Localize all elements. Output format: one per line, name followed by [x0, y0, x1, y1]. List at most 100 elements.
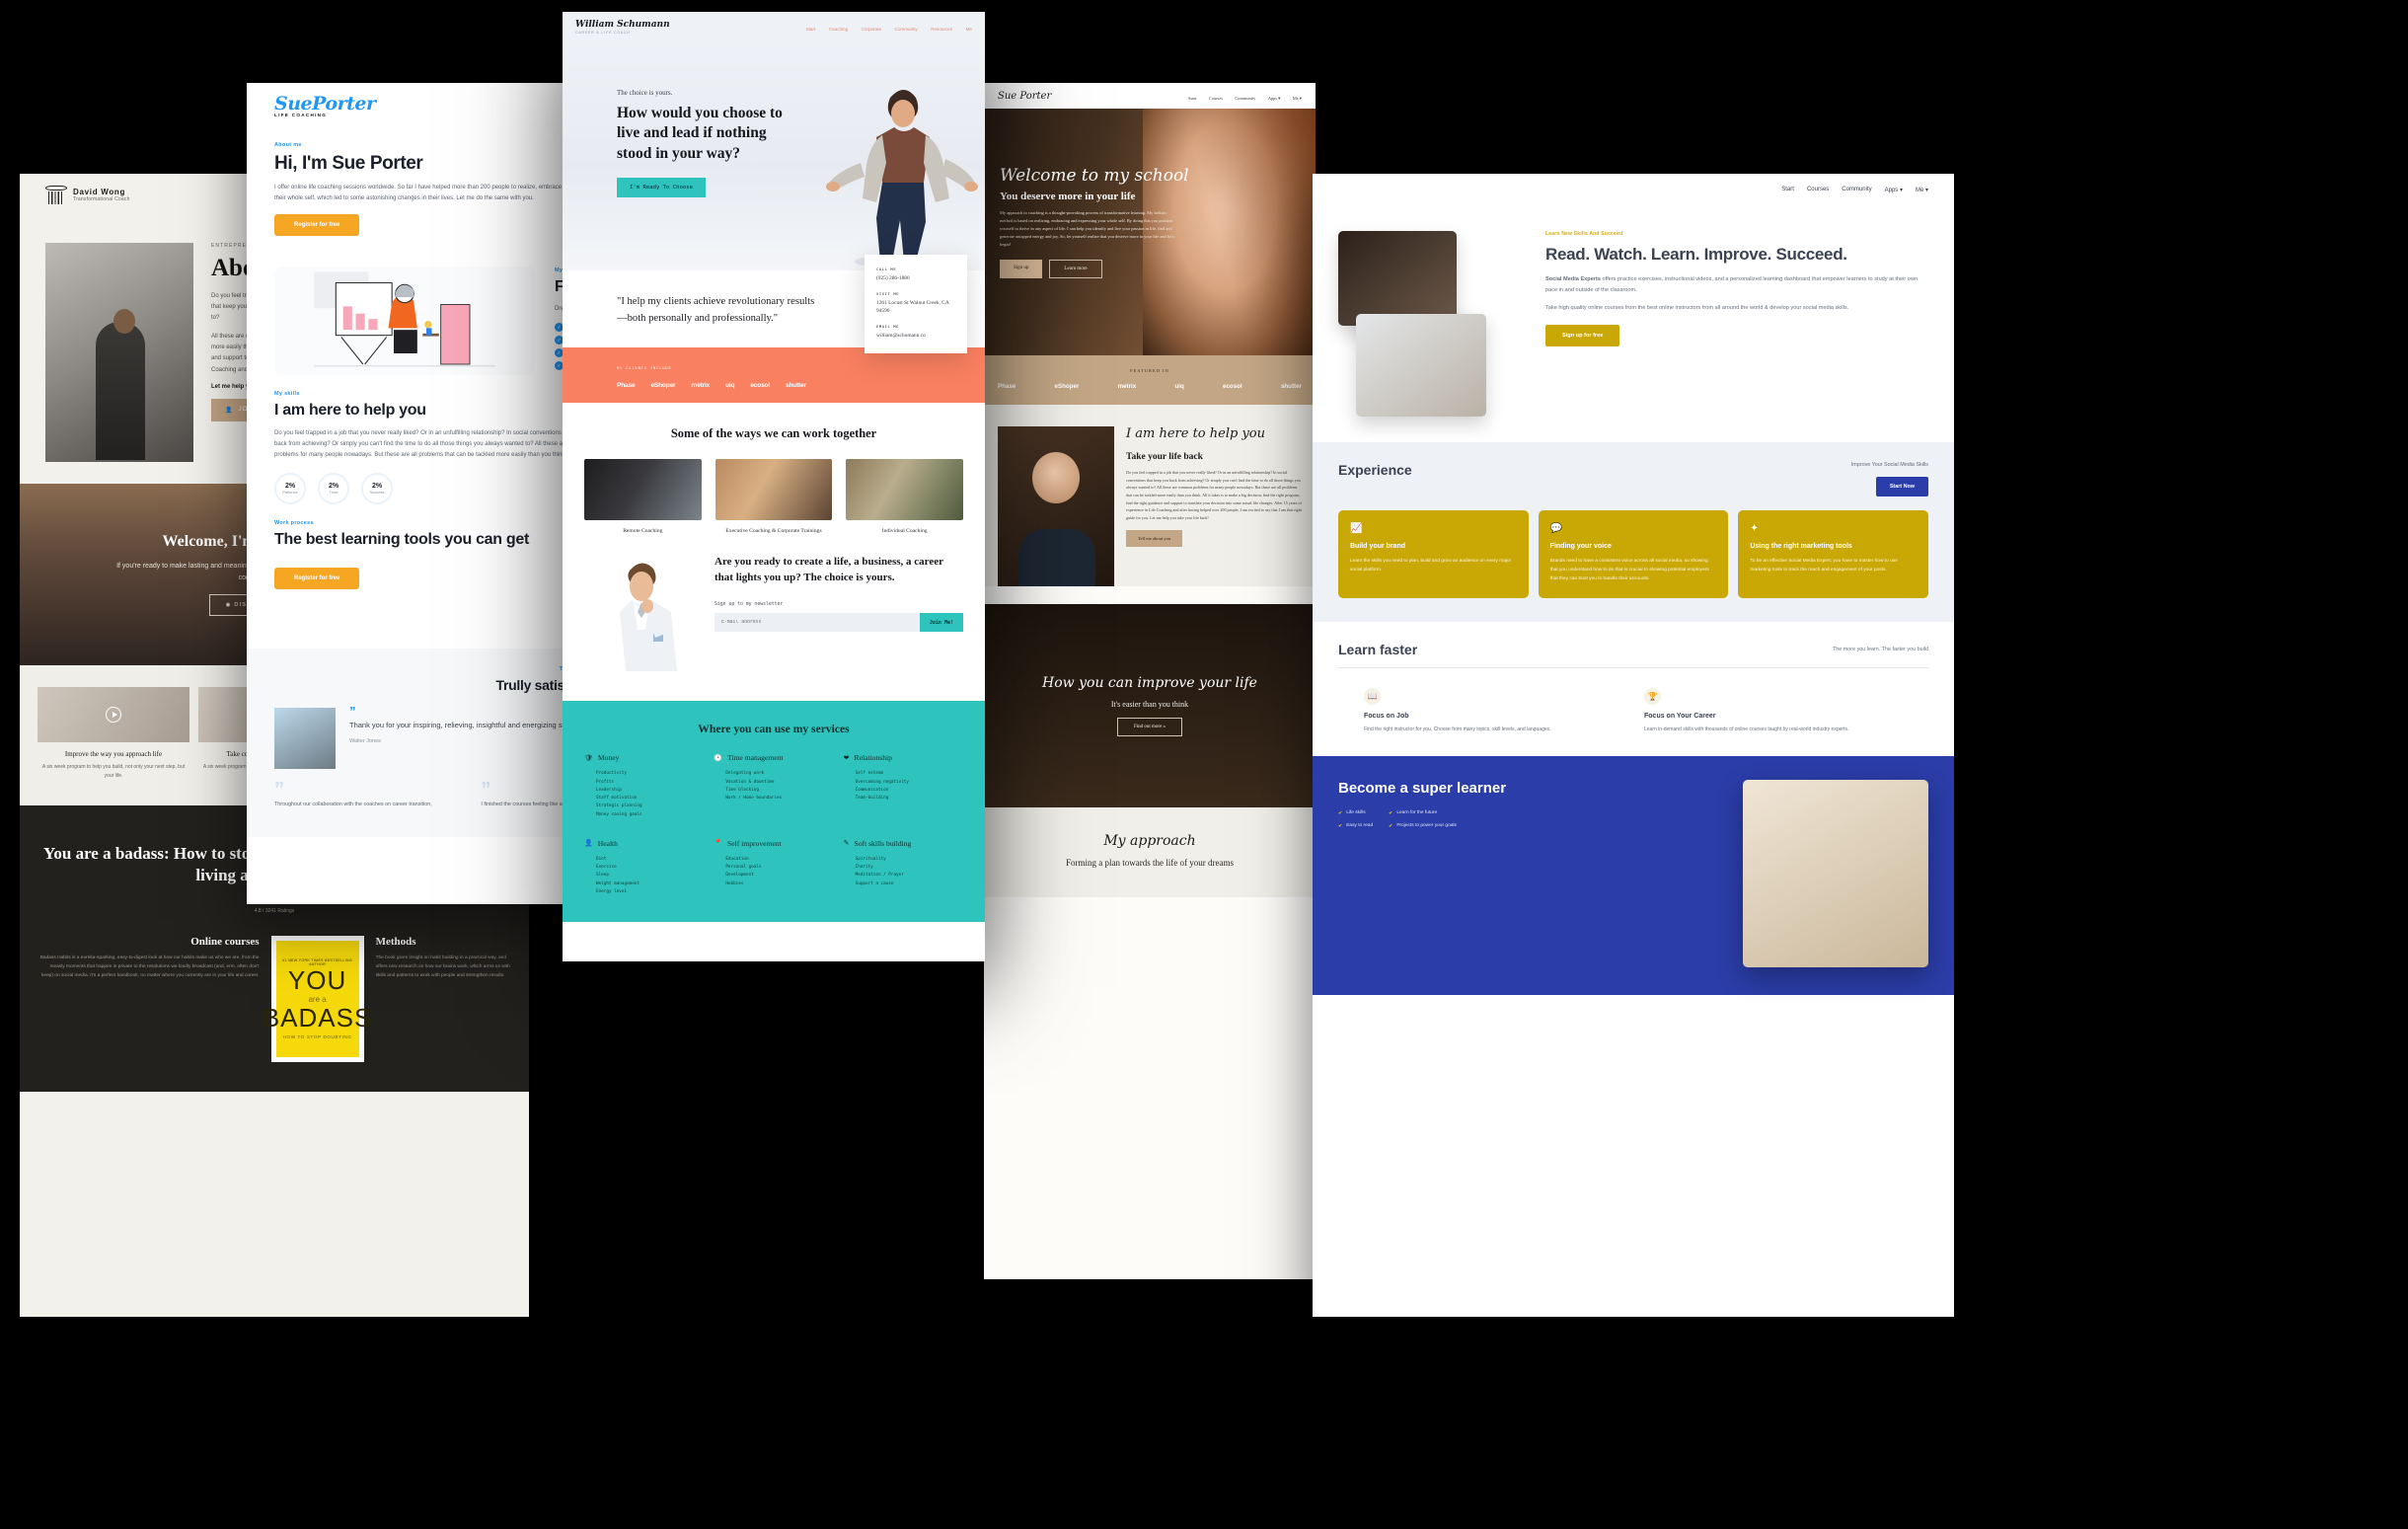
p4-help-script: I am here to help you	[1126, 426, 1265, 441]
p1-brand-sub: Transformational Coach	[73, 195, 130, 202]
p1-col1-title: Online courses	[190, 936, 260, 949]
p5-nav-courses[interactable]: Courses	[1807, 187, 1829, 192]
service-item: Diet	[596, 856, 607, 862]
p4-nav-courses[interactable]: Courses	[1209, 96, 1223, 101]
p5-nav-me[interactable]: Me ▾	[1916, 187, 1928, 193]
service-item: Spirituality	[855, 856, 886, 862]
p3-navbar[interactable]: William Schumann CAREER & LIFE COACH Sta…	[563, 12, 985, 41]
stat-value: 2%	[284, 483, 296, 491]
p1-col1-text: Badass Habits is a eureka-sparking, easy…	[39, 956, 260, 978]
p3-nav-coaching[interactable]: Coaching	[829, 27, 848, 32]
stat-value: 2%	[371, 483, 383, 491]
focus-card: 📖 Focus on Job Find the right instructor…	[1364, 674, 1622, 734]
learn-more-button[interactable]: Learn more	[1049, 260, 1102, 279]
service-item: Time blocking	[725, 787, 759, 793]
service-item: Productivity	[596, 771, 628, 777]
service-item: Development	[725, 873, 754, 879]
p1-book-columns: Online courses Badass Habits is a eureka…	[38, 936, 511, 1063]
service-group: 📍 Self improvement Education Personal goa…	[714, 839, 833, 896]
ready-to-choose-button[interactable]: I'm Ready To Choose	[617, 178, 706, 198]
find-out-more-button[interactable]: Find out more »	[1116, 718, 1183, 736]
yellow-card[interactable]: ✦ Using the right marketing tools To be …	[1738, 510, 1929, 599]
play-icon[interactable]	[106, 707, 121, 723]
p3-clients-band: MY CLIENTS INCLUDE Phase eShoper metrix …	[563, 346, 985, 403]
page-william-schumann[interactable]: William Schumann CAREER & LIFE COACH Sta…	[563, 12, 985, 961]
service-item: Meditation / Prayer	[855, 873, 904, 879]
p1-logo[interactable]: David Wong Transformational Coach	[45, 184, 130, 205]
p4-nav-start[interactable]: Start	[1188, 96, 1196, 101]
call-me-value[interactable]: (925) 286-1886	[876, 274, 955, 282]
book-icon: 📖	[1364, 688, 1381, 706]
course-thumbnail	[38, 687, 189, 742]
collage-stage: David Wong Transformational Coach Start …	[0, 0, 2408, 1529]
p4-hero-buttons[interactable]: Sign up Learn more	[1000, 260, 1316, 279]
page-social-media-experts[interactable]: Start Courses Community Apps ▾ Me ▾ Lear…	[1313, 174, 1954, 1317]
p3-nav-resources[interactable]: Resources	[931, 27, 952, 32]
p5-yellow-cards: 📈 Build your brand Learn the skills you …	[1338, 510, 1929, 599]
p3-quote-section: "I help my clients achieve revolutionary…	[563, 255, 985, 354]
p5-nav-start[interactable]: Start	[1781, 187, 1794, 192]
p3-newsletter-form[interactable]: Join Me!	[715, 613, 963, 633]
yellow-card[interactable]: 💬 Finding your voice Brands need to have…	[1538, 510, 1729, 599]
p2-about-kicker: About me	[274, 142, 302, 148]
p5-nav-community[interactable]: Community	[1842, 187, 1871, 192]
p4-nav-apps[interactable]: Apps ▾	[1268, 96, 1281, 101]
register-free-button[interactable]: Register for free	[274, 214, 360, 237]
tell-me-about-you-button[interactable]: Tell me about you	[1126, 530, 1183, 548]
p4-nav-me[interactable]: Me ▾	[1293, 96, 1302, 101]
chart-icon: 📈	[1350, 523, 1363, 534]
course-card[interactable]: Improve the way you approach life A six …	[38, 687, 189, 780]
p3-nav-corporate[interactable]: Corporate	[862, 27, 881, 32]
service-title: Relationship	[854, 753, 892, 763]
logo-shutter: shutter	[1280, 383, 1302, 390]
pen-icon: ✎	[843, 840, 850, 848]
p5-nav-apps[interactable]: Apps ▾	[1885, 187, 1903, 193]
p4-nav-community[interactable]: Community	[1235, 96, 1255, 101]
work-card[interactable]: Executive Coaching & Corporate Trainings	[715, 458, 833, 535]
yellow-card[interactable]: 📈 Build your brand Learn the skills you …	[1338, 510, 1529, 599]
p2-about-text: I offer online life coaching sessions wo…	[274, 185, 596, 202]
signup-button[interactable]: Sign up	[1000, 260, 1043, 279]
p5-lead-images	[1338, 231, 1526, 419]
service-item: Self esteem	[855, 771, 884, 777]
p3-quote-text: "I help my clients achieve revolutionary…	[617, 296, 815, 324]
register-free-button-2[interactable]: Register for free	[274, 568, 360, 590]
yellow-card-desc: Learn the skills you need to plan, build…	[1350, 559, 1512, 573]
start-now-button[interactable]: Start Now	[1875, 477, 1928, 497]
blue-list-item: ✔ Projects to power your goals	[1389, 823, 1457, 829]
p3-nav-start[interactable]: Start	[806, 27, 816, 32]
p4-nav-links[interactable]: Start Courses Community Apps ▾ Me ▾	[1180, 87, 1302, 105]
p4-logo[interactable]: Sue Porter	[998, 91, 1051, 102]
p5-lead-bold: Social Media Experts	[1545, 276, 1601, 283]
join-me-button[interactable]: Join Me!	[919, 613, 963, 633]
p5-blue-lists: ✔ Life skills ✔ Easy to read ✔ Learn for th…	[1338, 810, 1723, 836]
p3-nav-links[interactable]: Start Coaching Corporate Community Resou…	[797, 18, 972, 36]
p4-hero-script: Welcome to my school	[1000, 166, 1189, 186]
p3-nav-me[interactable]: Me	[966, 27, 972, 32]
page-sue-porter-school[interactable]: Sue Porter Start Courses Community Apps …	[984, 83, 1316, 1279]
p4-navbar[interactable]: Sue Porter Start Courses Community Apps …	[984, 83, 1316, 109]
p3-work-cards: Remote Coaching Executive Coaching & Cor…	[584, 458, 964, 535]
service-item: Strategic planning	[596, 803, 642, 809]
stat-label: Patience	[282, 490, 298, 496]
service-items: Self esteem Overcoming negativity Commun…	[844, 770, 963, 803]
signup-free-button[interactable]: Sign up for free	[1545, 325, 1620, 347]
p3-nav-community[interactable]: Community	[895, 27, 918, 32]
presentation-illustration-svg	[314, 271, 495, 367]
p5-navbar[interactable]: Start Courses Community Apps ▾ Me ▾	[1313, 174, 1954, 205]
check-badge-icon: ✔	[1338, 823, 1343, 830]
logo-shutter: shutter	[786, 381, 806, 389]
email-input[interactable]	[715, 613, 920, 633]
call-me-label: CALL ME	[876, 267, 897, 271]
p2-stats-row: 2% Patience 2% Trust 2% Success	[274, 461, 600, 505]
p2-logo[interactable]: SuePorter LIFE COACHING	[274, 93, 376, 117]
work-card[interactable]: Individual Coaching	[846, 458, 964, 535]
p3-logo[interactable]: William Schumann CAREER & LIFE COACH	[575, 20, 670, 35]
quote-icon: ”	[274, 778, 284, 801]
work-card[interactable]: Remote Coaching	[584, 458, 702, 535]
p3-brand: William Schumann	[575, 19, 670, 30]
focus-card-title: Focus on Your Career	[1644, 713, 1716, 721]
p3-contact-card: CALL ME (925) 286-1886 VISIT ME 1261 Loc…	[865, 255, 967, 354]
p4-approach-script: My approach	[1103, 833, 1196, 849]
email-me-value[interactable]: william@schumann.co	[876, 332, 955, 340]
